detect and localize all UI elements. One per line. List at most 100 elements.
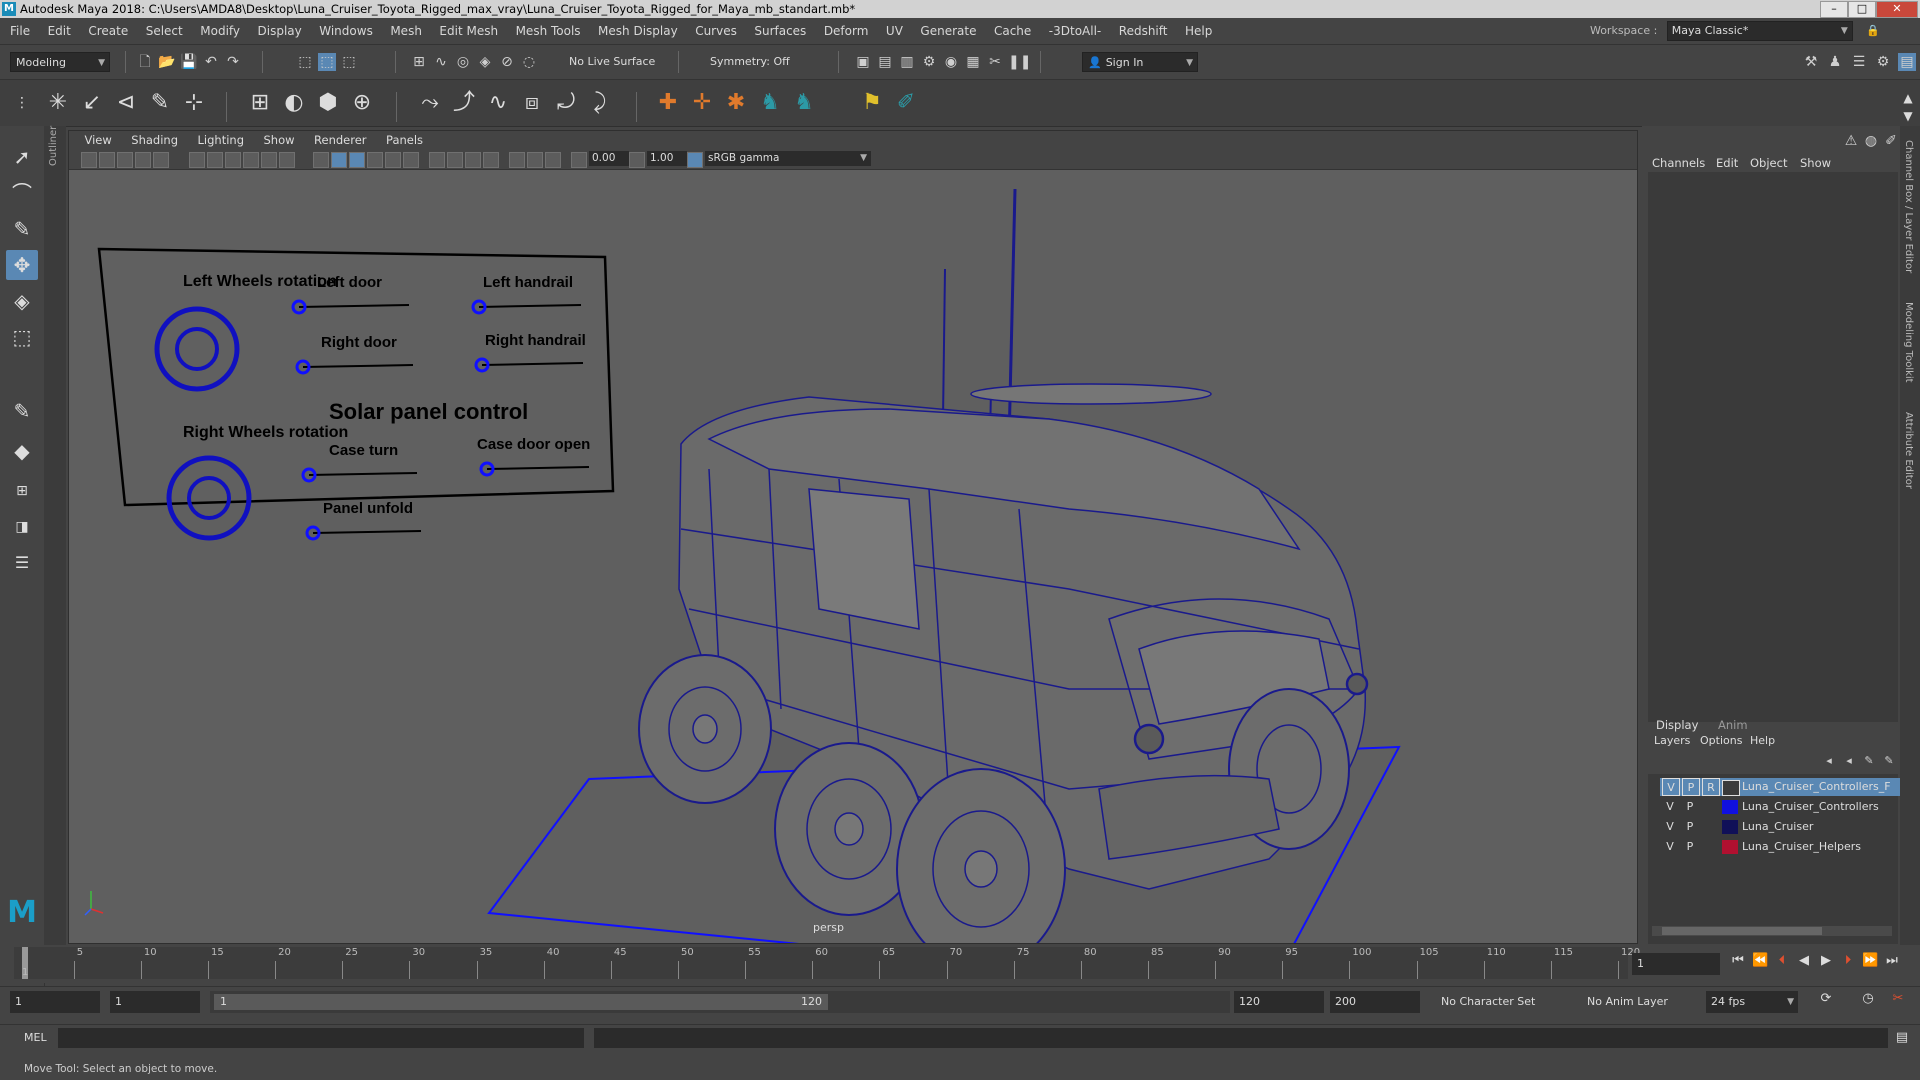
camera-attributes-icon[interactable] [81,152,97,168]
luna-cruiser-model[interactable] [638,188,1369,943]
layer-visibility-toggle[interactable]: V [1662,798,1678,814]
layer-playback-toggle[interactable]: P [1682,778,1700,796]
playback-end-field[interactable]: 120 [1234,991,1324,1013]
menu-edit-mesh[interactable]: Edit Mesh [432,18,505,44]
wireframe-on-shaded-icon[interactable] [349,152,365,168]
play-forwards-icon[interactable]: ▶ [1818,953,1834,969]
channel-box-area[interactable] [1648,172,1898,722]
shelf-pencil-icon[interactable]: ✎ [146,89,174,117]
render-view-icon[interactable]: ▦ [964,53,982,71]
film-gate-icon[interactable] [207,152,223,168]
lights-icon[interactable] [403,152,419,168]
layer-color-swatch[interactable] [1722,820,1738,834]
layer-playback-toggle[interactable]: P [1682,798,1698,814]
tab-display[interactable]: Display [1656,718,1698,732]
snap-curve-icon[interactable]: ∿ [432,53,450,71]
shelf-squash-icon[interactable]: ⧈ [518,89,546,117]
layer-row[interactable]: V P R Luna_Cruiser_Controllers_Freeze [1660,778,1906,796]
layer-row[interactable]: V P Luna_Cruiser_Controllers [1660,798,1906,816]
step-forward-key-icon[interactable]: ⏵ [1840,953,1856,969]
shelf-ik-handle-icon[interactable]: ✛ [688,89,716,117]
snap-live-icon[interactable]: ◌ [520,53,538,71]
menu-modify[interactable]: Modify [193,18,247,44]
use-default-material-icon[interactable] [385,152,401,168]
render-frame-icon[interactable]: ▤ [876,53,894,71]
layer-row[interactable]: V P Luna_Cruiser_Helpers [1660,838,1906,856]
menu-display[interactable]: Display [251,18,309,44]
control-panel-board[interactable]: Left Wheels rotation Right Wheels rotati… [97,247,615,541]
layer-playback-toggle[interactable]: P [1682,838,1698,854]
shelf-cluster-icon[interactable]: ⬢ [314,89,342,117]
last-tool-icon[interactable]: ✎ [6,396,38,426]
grease-pencil-icon[interactable] [153,152,169,168]
shelf-joint-icon[interactable]: ⊹ [180,89,208,117]
shelf-bend-icon[interactable]: ⤳ [416,89,444,117]
character-set-dropdown[interactable]: No Character Set [1436,991,1568,1013]
camera-bookmark-icon[interactable] [99,152,115,168]
panel-icon-a[interactable]: ⚠ [1842,132,1860,150]
select-hierarchy-icon[interactable]: ⬚ [296,53,314,71]
snap-surface-icon[interactable]: ⊘ [498,53,516,71]
shelf-skeleton-icon[interactable]: ✱ [722,89,750,117]
tab-anim[interactable]: Anim [1718,718,1748,732]
new-scene-icon[interactable]: 🗋 [136,53,154,71]
hypershade-icon[interactable]: ◉ [942,53,960,71]
grid-toggle-icon[interactable] [189,152,205,168]
tab-channels[interactable]: Channels [1652,156,1705,170]
scene-view[interactable]: Left Wheels rotation Right Wheels rotati… [69,169,1637,943]
layer-row[interactable]: V P Luna_Cruiser [1660,818,1906,836]
menu-cache[interactable]: Cache [987,18,1038,44]
shelf-wrap-icon[interactable]: ◐ [280,89,308,117]
mode-dropdown[interactable]: Modeling ▼ [10,52,110,72]
move-tool-icon[interactable]: ✥ [6,250,38,280]
antialiasing-icon[interactable] [483,152,499,168]
menu-uv[interactable]: UV [879,18,910,44]
two-pane-layout-icon[interactable]: ◨ [6,512,38,542]
current-frame-field[interactable]: 1 [1632,953,1720,975]
new-layer-icon[interactable]: ✎ [1860,752,1878,770]
menu-deform[interactable]: Deform [817,18,876,44]
select-component-icon[interactable]: ⬚ [340,53,358,71]
redshift-icon[interactable]: ✂ [986,53,1004,71]
menu-curves[interactable]: Curves [688,18,744,44]
tab-object[interactable]: Object [1750,156,1787,170]
gamma-field[interactable]: 1.00 [647,151,687,166]
animation-start-field[interactable]: 1 [10,991,100,1013]
menu-select[interactable]: Select [139,18,190,44]
lasso-tool-icon[interactable]: ⌒ [6,178,38,208]
menu-windows[interactable]: Windows [312,18,380,44]
menu-help[interactable]: Help [1178,18,1219,44]
ipr-render-icon[interactable]: ▥ [898,53,916,71]
menu-mesh-display[interactable]: Mesh Display [591,18,685,44]
undo-icon[interactable]: ↶ [202,53,220,71]
smooth-shade-icon[interactable] [331,152,347,168]
step-back-key-icon[interactable]: ⏴ [1774,953,1790,969]
select-object-icon[interactable]: ⬚ [318,53,336,71]
snap-point-icon[interactable]: ◎ [454,53,472,71]
viewport-panel[interactable]: View Shading Lighting Show Renderer Pane… [68,130,1638,944]
shelf-curve-icon[interactable]: ↙ [78,89,106,117]
go-to-start-icon[interactable]: ⏮ [1730,953,1746,969]
script-editor-icon[interactable]: ▤ [1894,1030,1910,1046]
workspace-dropdown[interactable]: Maya Classic* ▼ [1666,21,1853,41]
panel-icon-c[interactable]: ✐ [1882,132,1900,150]
viewport-menu-panels[interactable]: Panels [378,131,431,149]
menu-edit[interactable]: Edit [41,18,78,44]
isolate-select-icon[interactable] [509,152,525,168]
scale-tool-icon[interactable]: ⬚ [6,322,38,352]
outliner-tab[interactable]: Outliner [44,126,66,946]
xray-icon[interactable] [367,152,383,168]
motion-blur-icon[interactable] [465,152,481,168]
rotate-tool-icon[interactable]: ◈ [6,286,38,316]
layer-menu-layers[interactable]: Layers [1654,734,1690,747]
menu-file[interactable]: File [3,18,37,44]
safe-action-icon[interactable] [279,152,295,168]
resolution-gate-icon[interactable] [225,152,241,168]
layer-menu-help[interactable]: Help [1750,734,1775,747]
exposure-icon[interactable] [571,152,587,168]
playback-start-field[interactable]: 1 [110,991,200,1013]
color-management-icon[interactable] [687,152,703,168]
close-button[interactable]: ✕ [1876,1,1918,18]
layer-visibility-toggle[interactable]: V [1662,778,1680,796]
render-history-icon[interactable]: ▣ [854,53,872,71]
